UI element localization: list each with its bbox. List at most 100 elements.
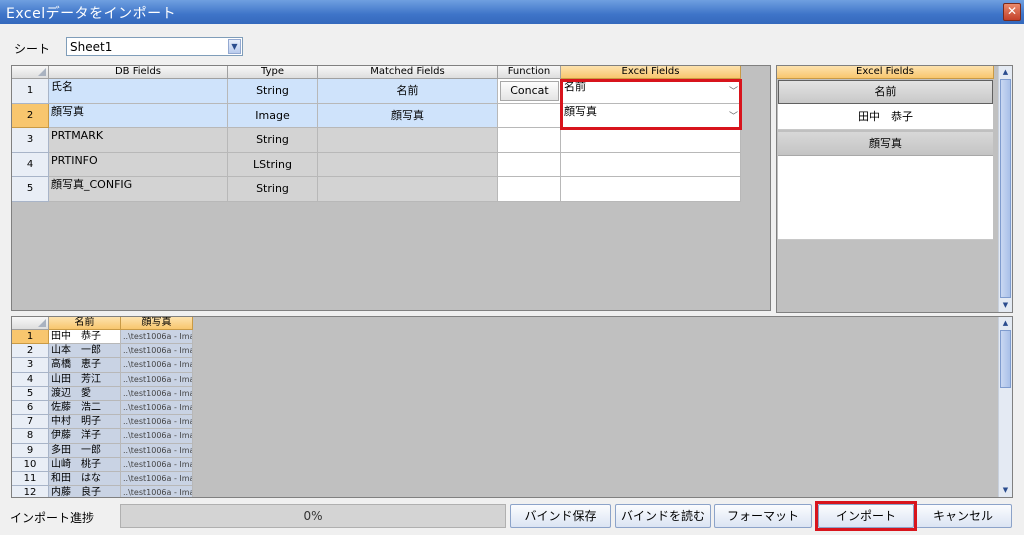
import-button[interactable]: インポート [818,504,914,528]
sheet-select[interactable]: Sheet1 ▼ [66,37,243,56]
preview-cell-photo[interactable]: ..\test1006a - Ima [121,401,193,416]
mapping-cell-function[interactable] [498,128,561,153]
mapping-cell-function[interactable] [498,152,561,178]
row-number: 4 [12,152,49,178]
mapping-cell-type: Image [228,103,318,129]
scroll-up-icon[interactable]: ▲ [1000,67,1011,78]
scroll-thumb[interactable] [1000,330,1011,388]
preview-cell-name[interactable]: 高橋 恵子 [49,358,121,373]
mapping-cell-db-fields: PRTMARK [49,128,228,153]
preview-cell-name[interactable]: 山田 芳江 [49,372,121,387]
preview-cell-photo[interactable]: ..\test1006a - Ima [121,358,193,373]
import-progress-text: 0% [303,509,323,523]
excel-field-dropdown-value: 顔写真 [564,104,597,118]
excel-fields-panel-header: Excel Fields [777,66,994,79]
preview-cell-name[interactable]: 山本 一郎 [49,344,121,359]
mapping-cell-function[interactable]: Concat [498,79,561,104]
chevron-down-icon[interactable]: ▼ [228,39,241,54]
mapping-cell-db-fields: PRTINFO [49,152,228,178]
excel-field-dropdown[interactable]: 名前 ﹀ [561,79,741,104]
preview-row-number: 1 [12,330,49,345]
preview-cell-name[interactable]: 伊藤 洋子 [49,429,121,444]
preview-scrollbar[interactable]: ▲ ▼ [998,317,1012,497]
preview-cell-photo[interactable]: ..\test1006a - Ima [121,429,193,444]
chevron-down-icon[interactable]: ﹀ [729,110,738,124]
mapping-cell-type: String [228,79,318,104]
mapping-cell-matched-fields: 名前 [318,79,498,104]
preview-cell-name[interactable]: 佐藤 浩二 [49,401,121,416]
import-progress-label: インポート進捗 [10,511,95,525]
preview-cell-photo[interactable]: ..\test1006a - Ima [121,386,193,401]
mapping-cell-excel-fields[interactable] [561,177,741,202]
mapping-cell-matched-fields [318,177,498,202]
chevron-down-icon[interactable]: ﹀ [729,85,738,99]
preview-row-number: 4 [12,372,49,387]
preview-cell-name[interactable]: 和田 はな [49,472,121,487]
preview-column-header: 名前 [49,317,121,330]
preview-row-number: 8 [12,429,49,444]
excel-preview-grid: 名前 顔写真 1 田中 恭子 ..\test1006a - Ima 2 山本 一郎 ..\te… [11,316,1013,498]
concat-button[interactable]: Concat [500,81,559,101]
preview-row-number: 12 [12,486,49,497]
mapping-cell-function[interactable] [498,177,561,202]
scroll-up-icon[interactable]: ▲ [1000,318,1011,329]
preview-row-number: 5 [12,386,49,401]
mapping-cell-type: LString [228,152,318,178]
excel-fields-panel: Excel Fields 名前 田中 恭子 顔写真 ▲ ▼ [776,65,1013,313]
excel-field-item-label: 名前 [874,85,897,98]
preview-cell-photo[interactable]: ..\test1006a - Ima [121,472,193,487]
preview-cell-photo[interactable]: ..\test1006a - Ima [121,443,193,458]
scroll-down-icon[interactable]: ▼ [1000,300,1011,311]
preview-grid-corner [12,317,49,330]
mapping-cell-function[interactable] [498,103,561,129]
load-bind-button[interactable]: バインドを読む [615,504,711,528]
grid-corner [12,66,49,79]
preview-cell-name[interactable]: 多田 一郎 [49,443,121,458]
preview-cell-photo[interactable]: ..\test1006a - Ima [121,415,193,430]
preview-cell-photo[interactable]: ..\test1006a - Ima [121,344,193,359]
mapping-cell-matched-fields [318,128,498,153]
save-bind-button[interactable]: バインド保存 [510,504,611,528]
preview-cell-name[interactable]: 渡辺 愛 [49,386,121,401]
excel-field-value-label: 田中 恭子 [858,110,913,123]
row-number: 3 [12,128,49,153]
excel-field-empty-area [778,156,993,240]
field-mapping-grid: DB Fields Type Matched Fields Function Excel… [11,65,771,311]
preview-row-number: 11 [12,472,49,487]
close-icon[interactable]: ✕ [1003,3,1021,21]
format-button[interactable]: フォーマット [714,504,812,528]
mapping-cell-matched-fields [318,152,498,178]
preview-column-header: 顔写真 [121,317,193,330]
cancel-button[interactable]: キャンセル [914,504,1012,528]
row-number: 1 [12,79,49,104]
column-header-matched-fields: Matched Fields [318,66,498,79]
excel-fields-scrollbar[interactable]: ▲ ▼ [998,66,1012,312]
excel-field-item[interactable]: 顔写真 [778,132,993,156]
mapping-cell-excel-fields[interactable] [561,152,741,178]
sheet-label: シート [14,42,51,56]
excel-field-item[interactable]: 名前 [778,80,993,104]
mapping-cell-matched-fields: 顔写真 [318,103,498,129]
preview-row-number: 10 [12,457,49,472]
excel-field-dropdown[interactable]: 顔写真 ﹀ [561,103,741,129]
excel-field-dropdown-value: 名前 [564,80,586,93]
preview-cell-photo[interactable]: ..\test1006a - Ima [121,457,193,472]
preview-row-number: 9 [12,443,49,458]
mapping-cell-type: String [228,128,318,153]
scroll-down-icon[interactable]: ▼ [1000,485,1011,496]
mapping-cell-excel-fields[interactable] [561,128,741,153]
preview-cell-name[interactable]: 田中 恭子 [49,330,121,345]
excel-field-value: 田中 恭子 [778,104,993,130]
preview-cell-name[interactable]: 中村 明子 [49,415,121,430]
preview-cell-photo[interactable]: ..\test1006a - Ima [121,330,193,345]
preview-cell-photo[interactable]: ..\test1006a - Ima [121,372,193,387]
title-bar: Excelデータをインポート ✕ [0,0,1024,24]
preview-row-number: 7 [12,415,49,430]
preview-cell-photo[interactable]: ..\test1006a - Ima [121,486,193,497]
preview-cell-name[interactable]: 山崎 桃子 [49,457,121,472]
scroll-thumb[interactable] [1000,79,1011,298]
window-title: Excelデータをインポート [6,6,177,22]
row-number: 2 [12,103,49,129]
preview-cell-name[interactable]: 内藤 良子 [49,486,121,497]
sheet-select-value: Sheet1 [70,40,113,54]
